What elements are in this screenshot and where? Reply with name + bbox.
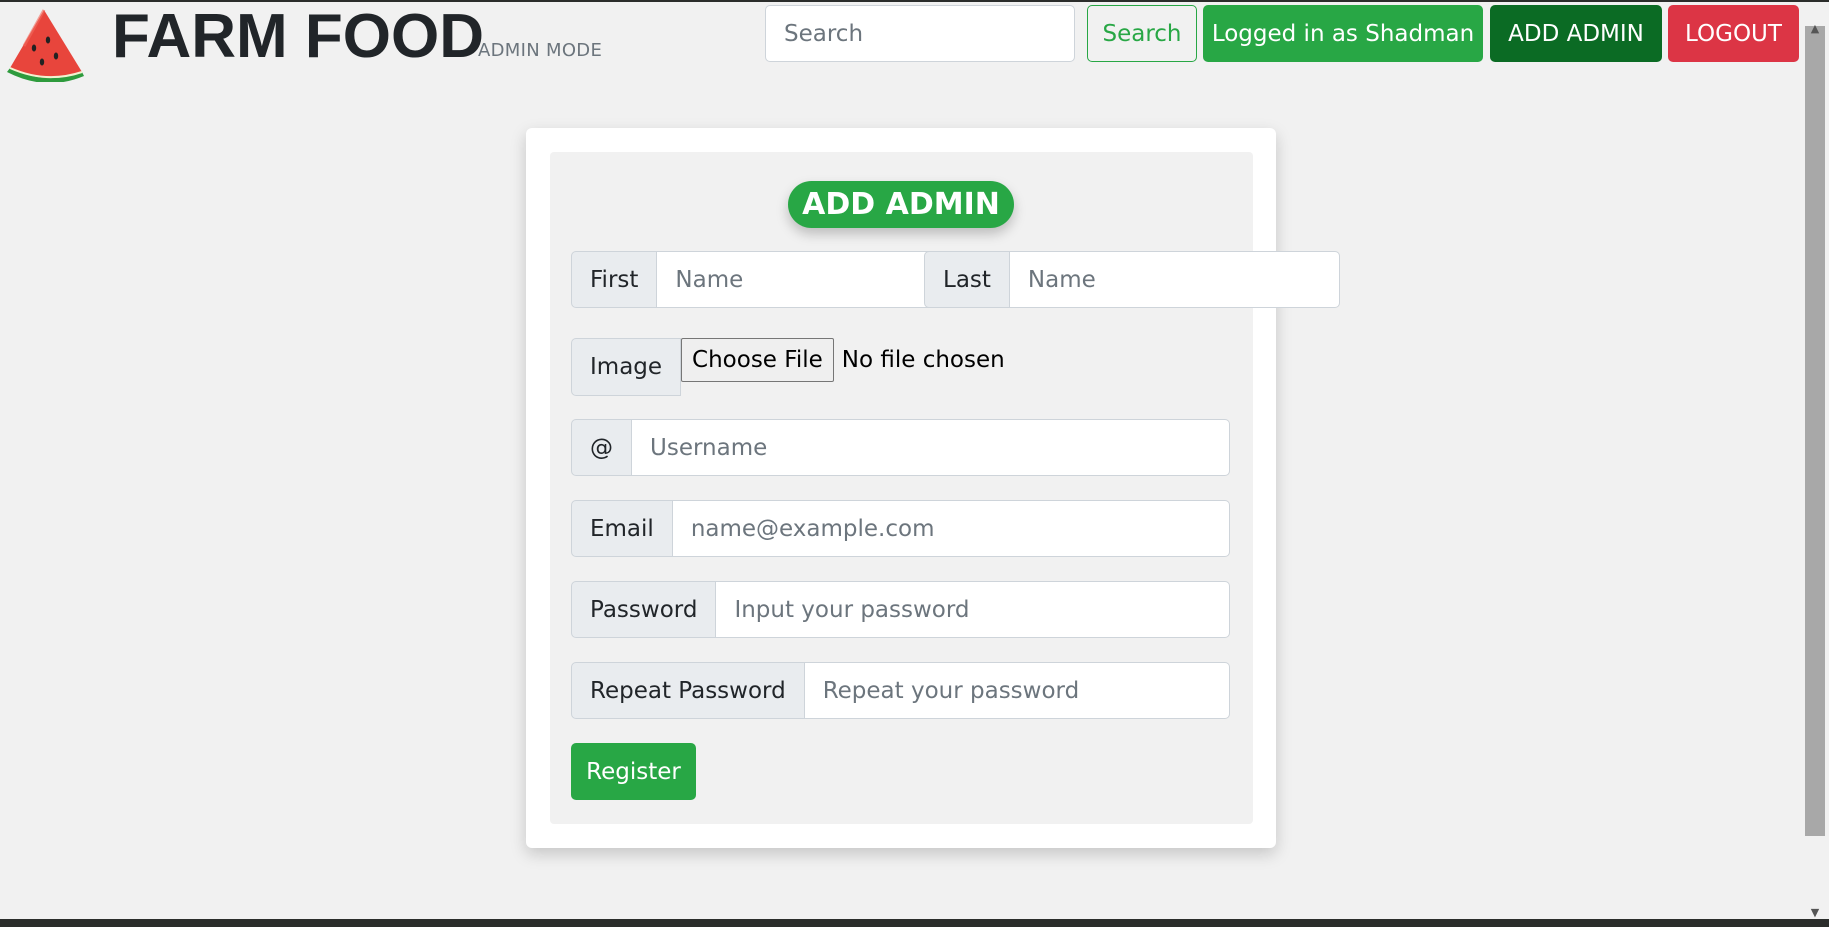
scrollbar-thumb[interactable] xyxy=(1805,26,1825,836)
search-input[interactable] xyxy=(765,5,1075,62)
username-group: @ xyxy=(571,419,1230,476)
last-name-group: Last xyxy=(924,251,1340,308)
choose-file-button[interactable]: Choose File xyxy=(681,338,834,382)
username-input[interactable] xyxy=(632,419,1230,476)
last-name-input[interactable] xyxy=(1009,251,1340,308)
at-sign-addon: @ xyxy=(571,419,632,476)
navbar: FARM FOOD ADMIN MODE Search Logged in as… xyxy=(0,0,1800,82)
scroll-up-arrow-icon[interactable]: ▲ xyxy=(1806,22,1824,36)
admin-mode-label: ADMIN MODE xyxy=(478,40,603,61)
taskbar-edge xyxy=(0,919,1829,927)
scroll-down-arrow-icon[interactable]: ▼ xyxy=(1806,906,1824,920)
file-status-text: No file chosen xyxy=(841,347,1005,373)
brand-title[interactable]: FARM FOOD xyxy=(112,2,484,72)
repeat-password-input[interactable] xyxy=(804,662,1230,719)
logged-in-button[interactable]: Logged in as Shadman xyxy=(1203,5,1483,62)
image-upload-group: Image Choose File No file chosen xyxy=(571,338,1005,396)
password-input[interactable] xyxy=(716,581,1230,638)
email-label: Email xyxy=(571,500,673,557)
search-button[interactable]: Search xyxy=(1087,5,1197,62)
password-group: Password xyxy=(571,581,1230,638)
image-label: Image xyxy=(571,338,682,396)
first-name-label: First xyxy=(571,251,658,308)
form-title: ADD ADMIN xyxy=(788,181,1014,228)
password-label: Password xyxy=(571,581,717,638)
register-button[interactable]: Register xyxy=(571,743,696,800)
repeat-password-label: Repeat Password xyxy=(571,662,805,719)
email-group: Email xyxy=(571,500,1230,557)
repeat-password-group: Repeat Password xyxy=(571,662,1230,719)
watermelon-logo-icon xyxy=(7,9,84,82)
email-input[interactable] xyxy=(672,500,1230,557)
first-name-group: First xyxy=(571,251,988,308)
add-admin-nav-button[interactable]: ADD ADMIN xyxy=(1490,5,1662,62)
last-name-label: Last xyxy=(924,251,1010,308)
logout-button[interactable]: LOGOUT xyxy=(1668,5,1799,62)
